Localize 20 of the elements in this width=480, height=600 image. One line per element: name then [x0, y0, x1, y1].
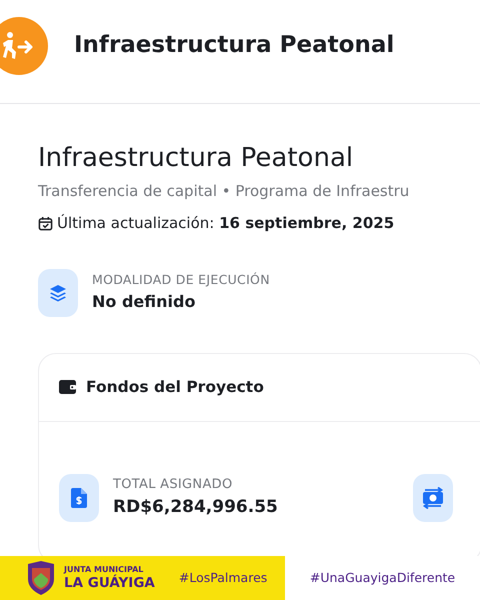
page-title: Infraestructura Peatonal — [74, 31, 394, 60]
wallet-icon — [59, 380, 76, 394]
last-updated-text: Última actualización: 16 septiembre, 2025 — [57, 213, 394, 234]
project-subtitle: Transferencia de capital • Programa de Infraestru — [38, 180, 410, 202]
field-label: MODALIDAD DE EJECUCIÓN — [92, 271, 270, 290]
document-dollar-icon — [59, 474, 99, 522]
walking-exit-icon — [0, 16, 48, 74]
calendar-check-icon — [38, 216, 53, 232]
hashtag: #UnaGuayigaDiferente — [310, 568, 456, 587]
layers-icon — [38, 268, 78, 317]
money-exchange-icon — [413, 474, 453, 522]
org-label: JUNTA MUNICIPAL — [64, 565, 144, 574]
amount-value: RD$6,284,996.55 — [113, 496, 278, 519]
project-title: Infraestructura Peatonal — [38, 142, 354, 175]
card-title: Fondos del Proyecto — [86, 376, 264, 398]
org-name: LA GUÁYIGA — [64, 574, 155, 591]
hashtag: #LosPalmares — [178, 568, 268, 587]
amount-label: TOTAL ASIGNADO — [113, 476, 234, 494]
shield-logo-icon — [26, 561, 56, 595]
field-value: No definido — [92, 291, 196, 314]
